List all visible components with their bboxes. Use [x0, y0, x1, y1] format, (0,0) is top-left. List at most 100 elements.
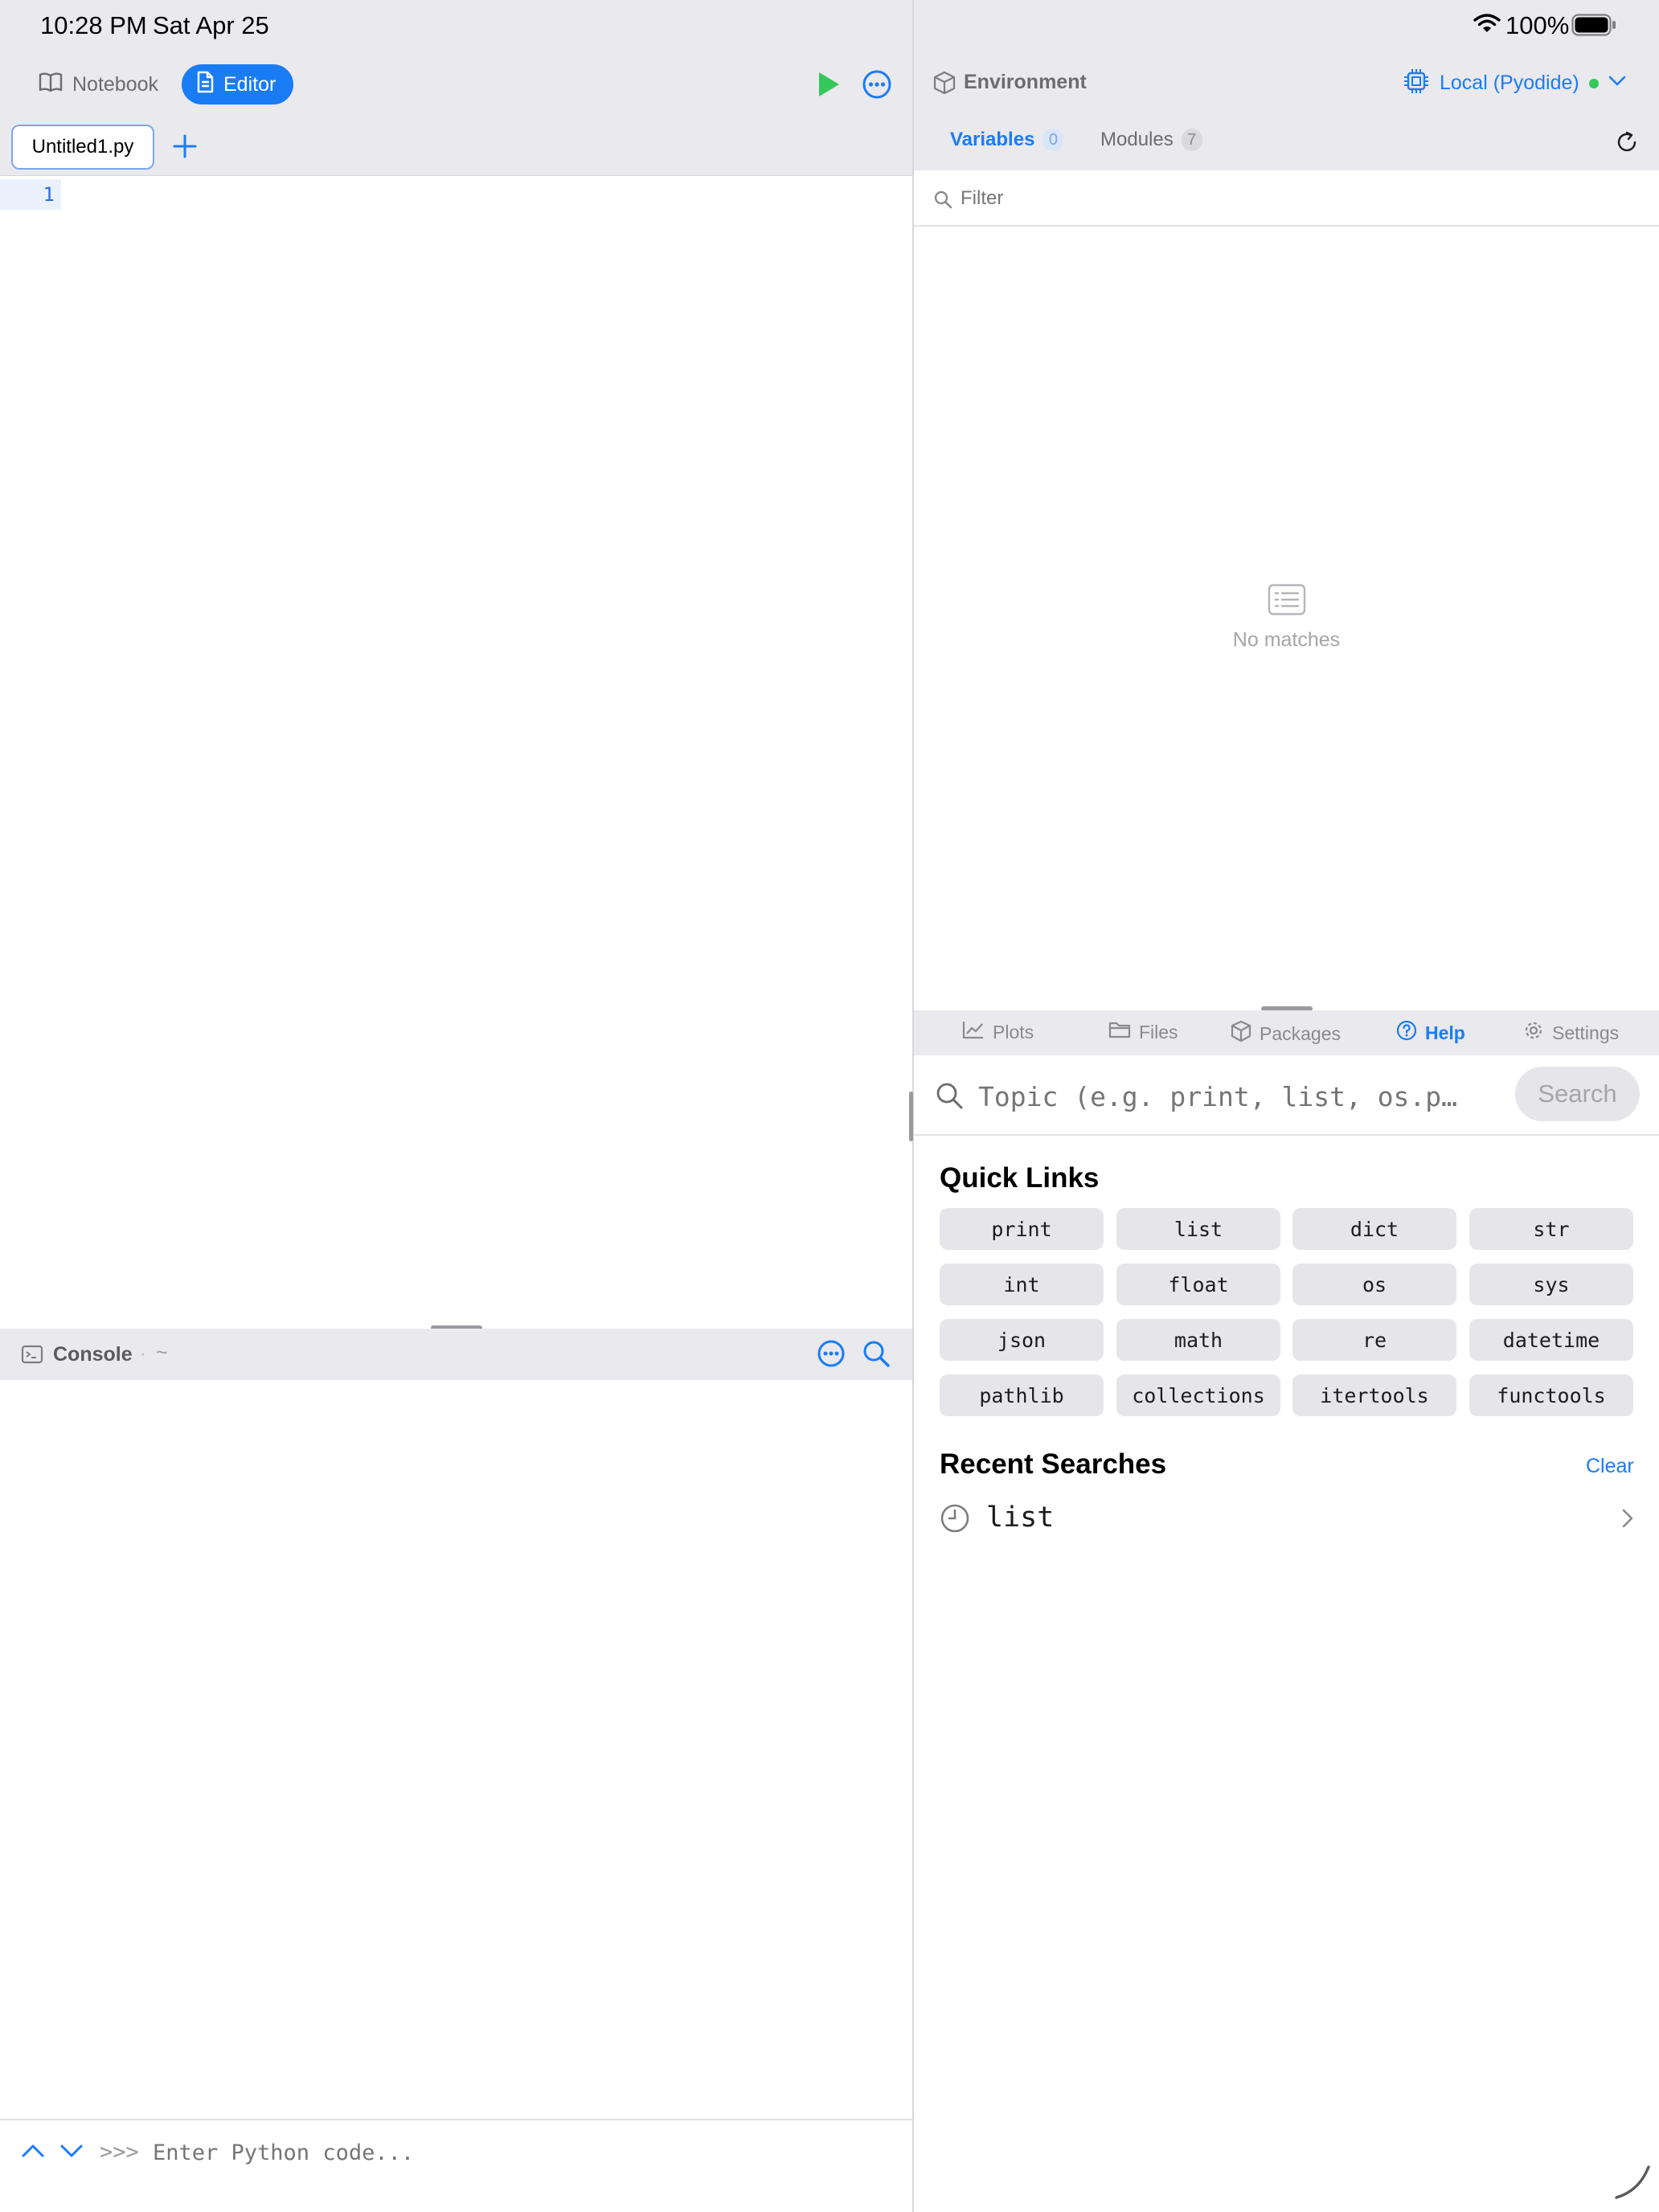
quick-link-chip[interactable]: str — [1469, 1208, 1633, 1250]
quick-link-chip[interactable]: float — [1116, 1264, 1280, 1305]
recent-search-label: list — [986, 1501, 1055, 1534]
help-icon — [1396, 1020, 1417, 1046]
quick-link-chip[interactable]: dict — [1292, 1208, 1456, 1250]
environment-title: Environment — [964, 71, 1087, 93]
help-search-button-label: Search — [1538, 1079, 1617, 1108]
split-resize-handle[interactable] — [909, 1092, 913, 1141]
right-pane: 100% Environment Local (Pyodide) Variabl… — [914, 0, 1659, 2212]
help-search-bar: Search — [914, 1055, 1659, 1136]
recent-searches-title: Recent Searches — [940, 1448, 1167, 1480]
quick-link-chip[interactable]: itertools — [1292, 1374, 1456, 1416]
console-output — [0, 1380, 912, 2120]
more-options-icon[interactable] — [862, 69, 892, 104]
tab-files[interactable]: Files — [1108, 1020, 1178, 1044]
battery-percent: 100% — [1505, 11, 1570, 39]
code-editor[interactable]: 1 — [0, 175, 912, 1329]
file-tab-untitled1[interactable]: Untitled1.py — [11, 125, 154, 170]
filter-search-icon — [933, 190, 952, 213]
refresh-icon[interactable] — [1615, 130, 1639, 158]
quick-links-title: Quick Links — [940, 1162, 1100, 1194]
quick-link-chip[interactable]: functools — [1469, 1374, 1633, 1416]
tab-settings-label: Settings — [1552, 1022, 1620, 1043]
tab-packages[interactable]: Packages — [1231, 1020, 1341, 1047]
console-prompt: >>> — [100, 2140, 139, 2165]
quick-link-chip[interactable]: collections — [1116, 1374, 1280, 1416]
console-title: Console — [53, 1343, 133, 1366]
help-search-button[interactable]: Search — [1515, 1067, 1640, 1121]
tab-help[interactable]: Help — [1396, 1020, 1465, 1046]
tab-help-label: Help — [1425, 1022, 1465, 1043]
help-search-input[interactable] — [978, 1078, 1460, 1115]
history-down-icon[interactable] — [59, 2143, 84, 2163]
quick-link-chip[interactable]: math — [1116, 1319, 1280, 1361]
wifi-icon — [1473, 13, 1501, 38]
cube-icon — [933, 71, 956, 99]
quick-link-chip[interactable]: int — [940, 1264, 1104, 1305]
left-header: 10:28 PM Sat Apr 25 Notebook Editor Unti… — [0, 0, 912, 175]
history-up-icon[interactable] — [21, 2143, 45, 2163]
tab-settings[interactable]: Settings — [1523, 1020, 1619, 1046]
editor-mode-label: Editor — [223, 72, 276, 96]
tab-variables[interactable]: Variables 0 — [950, 129, 1064, 151]
console-path: ~ — [156, 1342, 168, 1364]
left-pane: 10:28 PM Sat Apr 25 Notebook Editor Unti… — [0, 0, 912, 2212]
console-input-bar: >>> — [0, 2119, 912, 2183]
package-icon — [1231, 1020, 1251, 1047]
quick-link-chip[interactable]: re — [1292, 1319, 1456, 1361]
quick-link-chip[interactable]: sys — [1469, 1264, 1633, 1305]
editor-mode-button[interactable]: Editor — [182, 64, 294, 104]
recent-search-item[interactable]: list — [940, 1498, 1639, 1538]
kernel-status-dot — [1588, 78, 1599, 88]
variables-count-badge: 0 — [1043, 129, 1064, 151]
line-number: 1 — [43, 183, 55, 206]
console-search-icon[interactable] — [862, 1339, 891, 1372]
tab-modules[interactable]: Modules 7 — [1100, 129, 1202, 151]
variables-label: Variables — [950, 129, 1035, 150]
clear-recent-button[interactable]: Clear — [1586, 1455, 1634, 1478]
scroll-indicator-icon — [1610, 2159, 1653, 2206]
quick-link-chip[interactable]: print — [940, 1208, 1104, 1250]
cpu-icon — [1403, 68, 1430, 99]
chevron-down-icon — [1608, 76, 1626, 91]
filter-input[interactable] — [961, 182, 1636, 215]
tab-plots[interactable]: Plots — [962, 1020, 1034, 1044]
bottom-panel-tabs: Plots Files Packages Help Settings — [914, 1010, 1659, 1055]
quick-link-chip[interactable]: pathlib — [940, 1374, 1104, 1416]
modules-label: Modules — [1100, 129, 1174, 150]
chart-icon — [962, 1020, 985, 1044]
status-date: Sat Apr 25 — [153, 11, 269, 39]
book-icon — [39, 72, 63, 98]
empty-list-icon — [1268, 584, 1306, 620]
modules-count-badge: 7 — [1181, 129, 1202, 151]
gear-icon — [1523, 1020, 1544, 1046]
clock-icon — [940, 1503, 970, 1538]
environment-header: 100% Environment Local (Pyodide) Variabl… — [914, 0, 1659, 170]
chevron-right-icon — [1621, 1508, 1634, 1533]
empty-message: No matches — [1232, 629, 1341, 651]
console-separator: · — [140, 1343, 146, 1363]
filter-bar — [914, 170, 1659, 227]
file-tab-label: Untitled1.py — [31, 136, 134, 158]
quick-link-chip[interactable]: datetime — [1469, 1319, 1633, 1361]
quick-link-chip[interactable]: os — [1292, 1264, 1456, 1305]
status-time: 10:28 PM — [40, 11, 147, 39]
folder-icon — [1108, 1020, 1131, 1044]
add-tab-icon[interactable] — [172, 133, 198, 163]
battery-icon — [1571, 14, 1616, 40]
quick-link-chip[interactable]: json — [940, 1319, 1104, 1361]
run-icon[interactable] — [817, 71, 841, 102]
console-header: Console · ~ — [0, 1329, 912, 1380]
tab-files-label: Files — [1139, 1021, 1178, 1043]
tab-packages-label: Packages — [1260, 1022, 1342, 1044]
kernel-label: Local (Pyodide) — [1440, 72, 1579, 94]
console-input[interactable] — [153, 2133, 892, 2172]
notebook-mode-label: Notebook — [72, 72, 159, 96]
tab-plots-label: Plots — [993, 1021, 1034, 1043]
kernel-selector[interactable]: Local (Pyodide) — [1403, 68, 1626, 99]
document-icon — [196, 71, 214, 99]
notebook-mode-button[interactable]: Notebook — [24, 64, 176, 104]
quick-link-chip[interactable]: list — [1116, 1208, 1280, 1250]
console-more-icon[interactable] — [817, 1339, 846, 1372]
help-search-icon — [935, 1081, 964, 1114]
terminal-icon — [21, 1345, 43, 1368]
